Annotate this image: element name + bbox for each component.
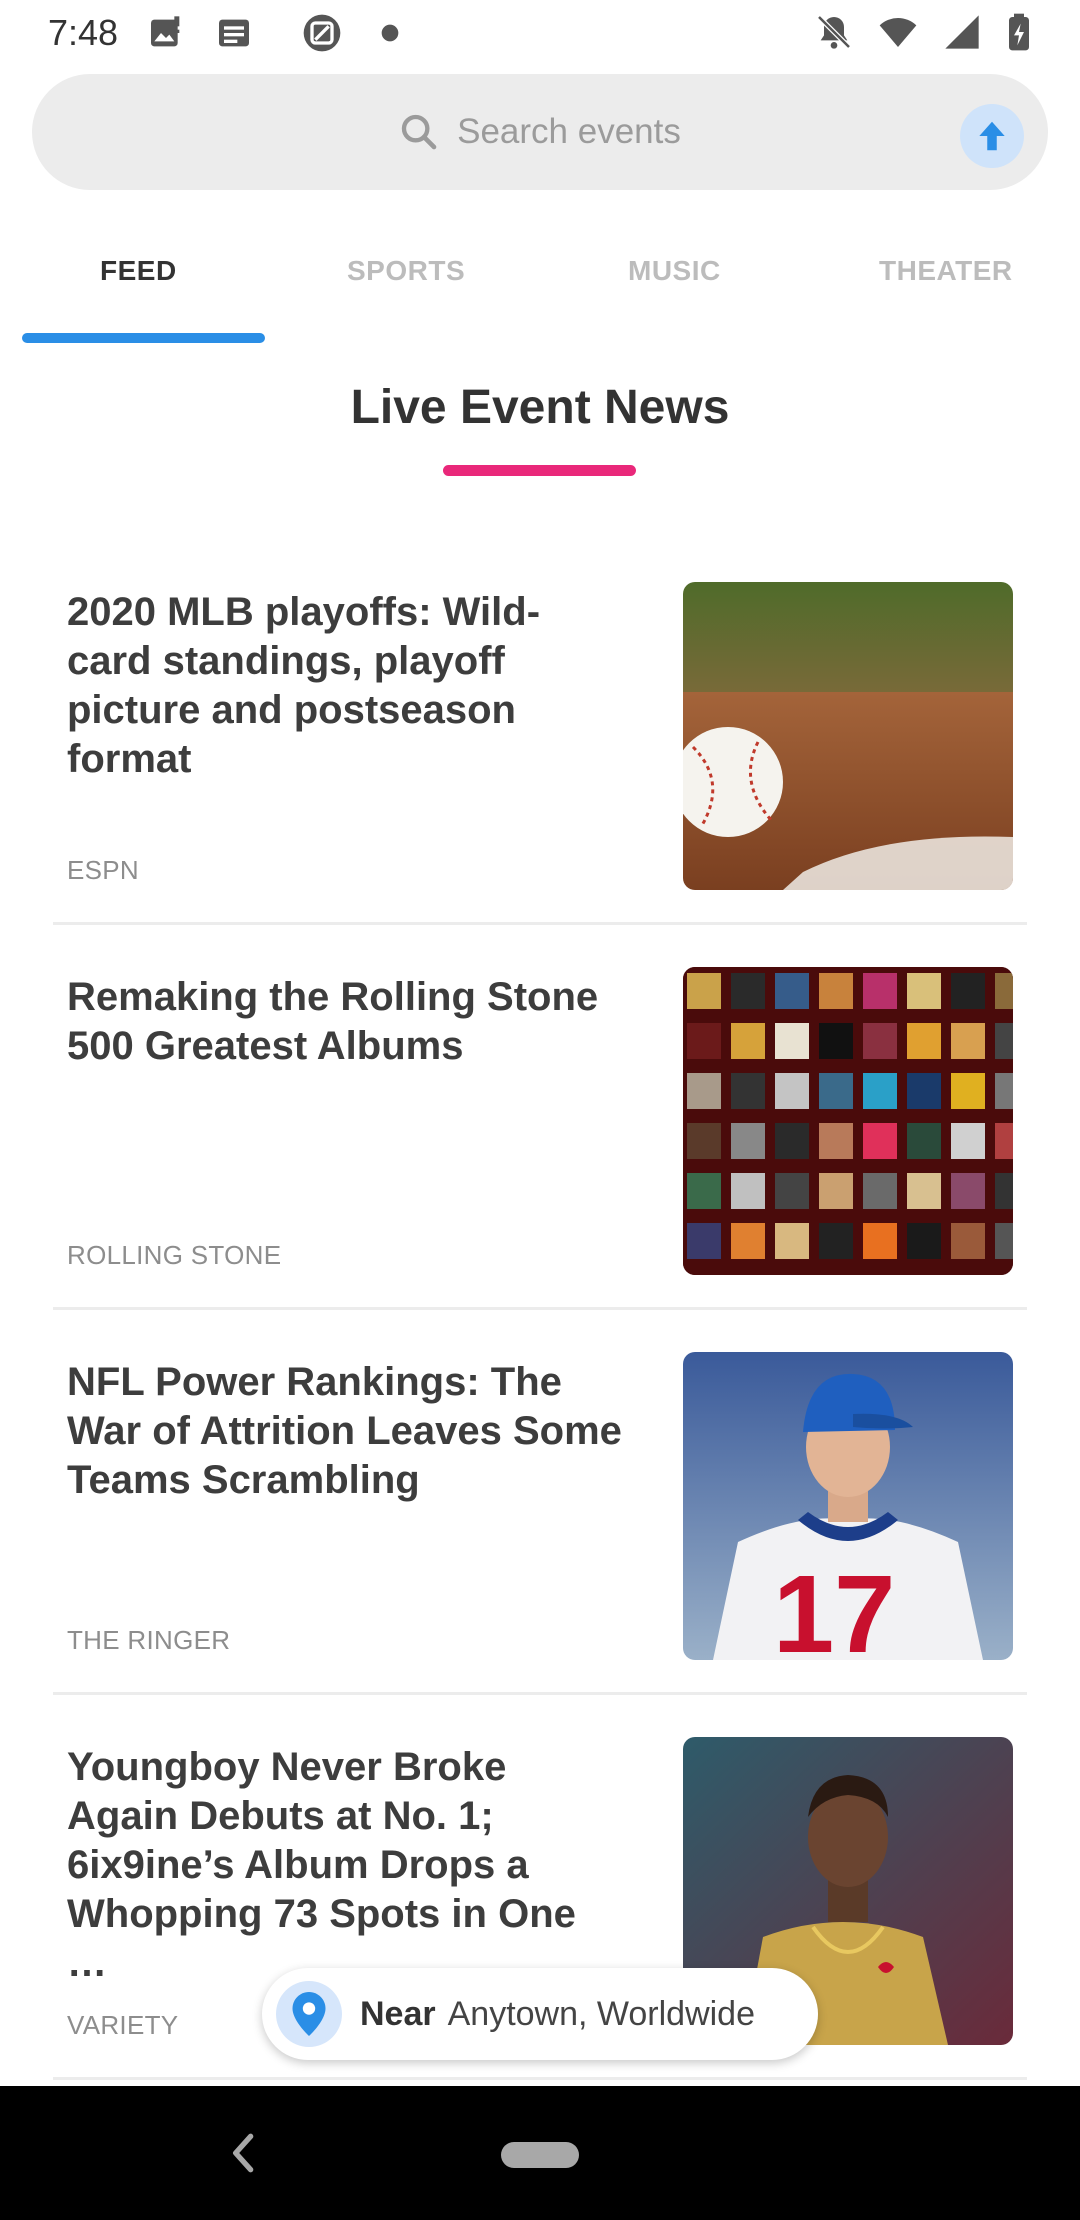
system-nav-bar xyxy=(0,2086,1080,2220)
news-card-title[interactable]: 2020 MLB playoffs: Wild-card standings, … xyxy=(67,588,622,784)
image-icon xyxy=(151,16,180,47)
search-input[interactable]: Search events xyxy=(457,112,681,152)
category-tabs: FEED SPORTS MUSIC THEATER xyxy=(0,215,1080,345)
news-card-nfl[interactable]: NFL Power Rankings: The War of Attrition… xyxy=(0,1330,1080,1715)
news-card-title[interactable]: Remaking the Rolling Stone 500 Greatest … xyxy=(67,973,622,1071)
message-icon xyxy=(219,19,250,47)
section-title-underline xyxy=(443,465,636,476)
cell-signal-icon xyxy=(945,15,979,49)
status-left-icons xyxy=(146,13,410,53)
card-divider xyxy=(53,1307,1027,1310)
upload-button[interactable] xyxy=(960,104,1024,168)
svg-text:17: 17 xyxy=(773,1553,895,1660)
news-card-title[interactable]: NFL Power Rankings: The War of Attrition… xyxy=(67,1358,622,1505)
news-card-thumbnail[interactable] xyxy=(683,967,1013,1275)
tab-music[interactable]: MUSIC xyxy=(628,255,721,287)
home-pill-icon[interactable] xyxy=(501,2142,579,2168)
news-card-source: ESPN xyxy=(67,855,140,885)
status-right-icons xyxy=(814,12,1032,52)
card-divider xyxy=(53,922,1027,925)
location-pin-icon xyxy=(292,1992,326,2036)
tab-theater[interactable]: THEATER xyxy=(879,255,1013,287)
location-prefix: Near xyxy=(360,1994,436,2033)
news-card-source: ROLLING STONE xyxy=(67,1240,282,1270)
status-bar: 7:48 xyxy=(0,0,1080,66)
section-title: Live Event News xyxy=(350,381,730,434)
location-icon-wrap xyxy=(276,1981,342,2047)
card-divider xyxy=(53,1692,1027,1695)
screenshot-app-icon xyxy=(303,14,341,52)
location-pill[interactable]: Near Anytown, Worldwide xyxy=(262,1968,818,2060)
battery-icon xyxy=(1009,13,1029,51)
dot-icon xyxy=(381,24,399,42)
news-card-source: VARIETY xyxy=(67,2010,179,2040)
news-card-rolling-stone[interactable]: Remaking the Rolling Stone 500 Greatest … xyxy=(0,945,1080,1330)
news-card-title[interactable]: Youngboy Never Broke Again Debuts at No.… xyxy=(67,1743,622,1988)
search-inner: Search events xyxy=(399,112,681,152)
tab-feed[interactable]: FEED xyxy=(100,255,177,287)
search-bar[interactable]: Search events xyxy=(32,74,1048,190)
arrow-up-icon xyxy=(979,121,1005,151)
news-card-thumbnail[interactable] xyxy=(683,582,1013,890)
back-chevron-icon[interactable] xyxy=(224,2128,264,2178)
news-card-thumbnail[interactable]: 17 xyxy=(683,1352,1013,1660)
football-player-image: 17 xyxy=(683,1352,1013,1660)
album-grid-image xyxy=(683,967,1013,1275)
news-card-mlb[interactable]: 2020 MLB playoffs: Wild-card standings, … xyxy=(0,560,1080,945)
wifi-icon xyxy=(879,18,917,47)
search-icon xyxy=(401,114,437,150)
active-tab-indicator xyxy=(22,333,265,343)
bell-off-icon xyxy=(817,15,851,49)
location-place: Anytown, Worldwide xyxy=(447,1994,756,2033)
status-time: 7:48 xyxy=(48,12,119,53)
card-divider xyxy=(53,2077,1027,2080)
tab-sports[interactable]: SPORTS xyxy=(347,255,465,287)
baseball-image xyxy=(683,582,1013,890)
news-card-source: THE RINGER xyxy=(67,1625,231,1655)
